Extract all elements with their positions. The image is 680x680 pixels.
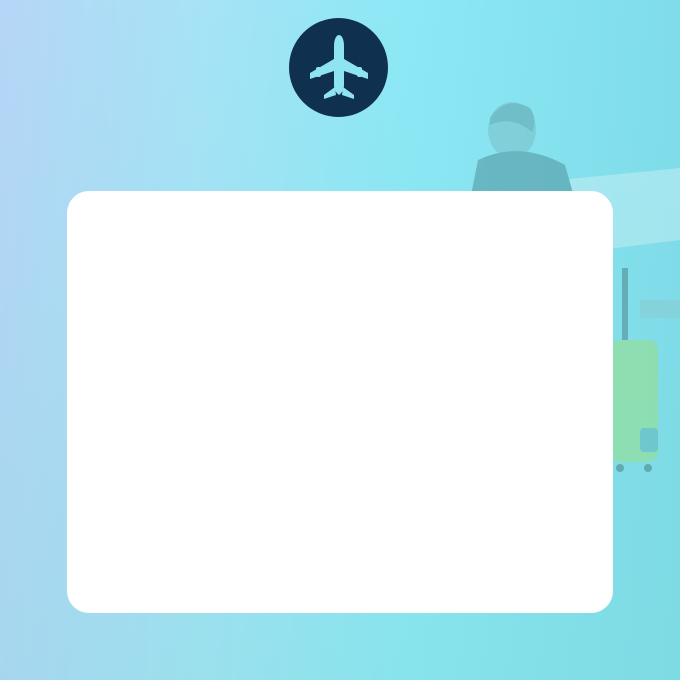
airplane-icon bbox=[309, 34, 368, 99]
app-screen bbox=[0, 0, 680, 680]
brand-logo bbox=[289, 18, 388, 117]
content-card bbox=[67, 191, 613, 613]
